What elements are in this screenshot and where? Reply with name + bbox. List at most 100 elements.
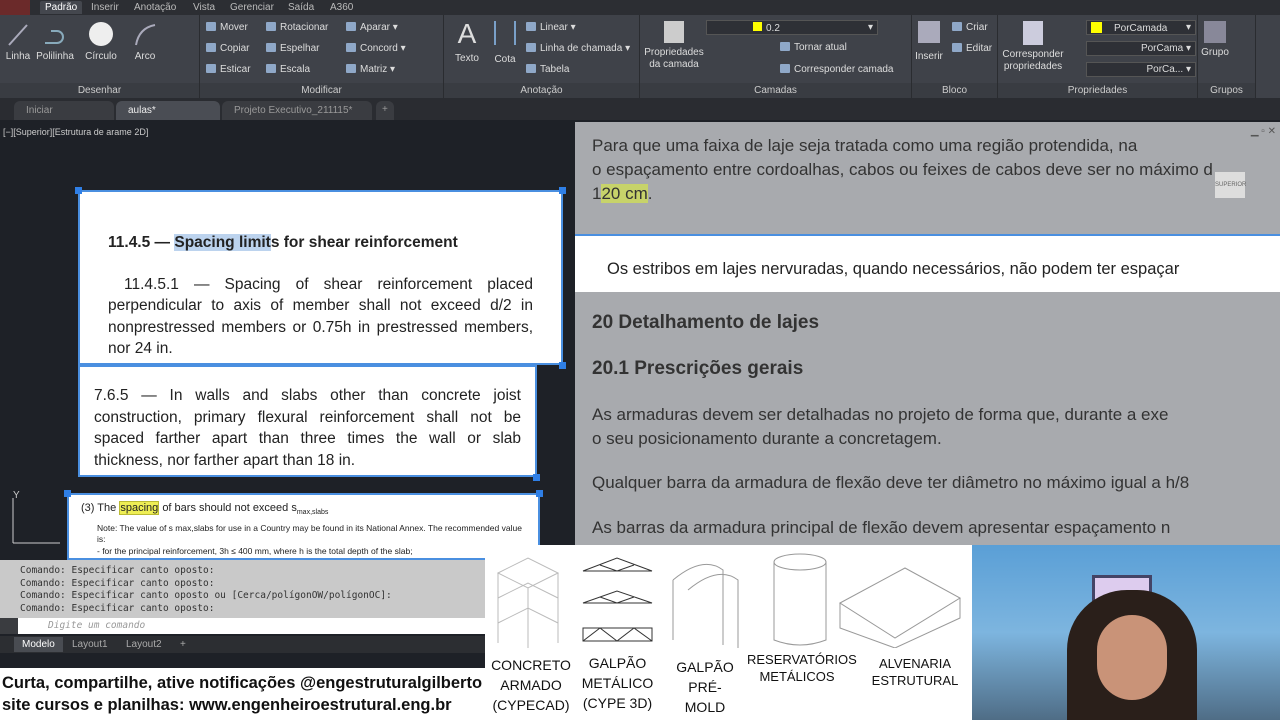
banner-line: Curta, compartilhe, ative notificações @… (2, 674, 483, 692)
mover-button[interactable]: Mover (206, 22, 248, 33)
aparar-button[interactable]: Aparar ▾ (346, 22, 398, 33)
nbr-band-image[interactable]: Os estribos em lajes nervuradas, quando … (575, 234, 1280, 292)
panel-label[interactable]: Camadas (640, 83, 911, 98)
grip-handle[interactable] (64, 490, 71, 497)
linetype-dropdown[interactable]: PorCama ▾ (1086, 41, 1196, 56)
tab-modelo[interactable]: Modelo (14, 637, 63, 652)
panel-anotacao: A Texto Cota Linear ▾ Linha de chamada ▾ … (444, 15, 640, 98)
banner-line: site cursos e planilhas: www.engenheiroe… (2, 696, 452, 714)
course-label: CONCRETO ARMADO (CYPECAD) (491, 657, 571, 713)
panel-label[interactable]: Grupos (1198, 83, 1255, 98)
section-heading: 20.1 Prescrições gerais (592, 358, 804, 379)
arco-button[interactable]: Arco (130, 23, 160, 63)
doc-tab-projeto[interactable]: Projeto Executivo_211115* (222, 101, 372, 120)
lineweight-dropdown[interactable]: PorCa... ▾ (1086, 62, 1196, 77)
grip-handle[interactable] (75, 187, 82, 194)
dimension-icon (494, 21, 516, 45)
command-input[interactable]: Digite um comando (18, 618, 485, 634)
promo-banner: Curta, compartilhe, ative notificações @… (0, 668, 485, 720)
ec2-note: Note: The value of s max,slabs for use i… (97, 523, 522, 545)
tabela-button[interactable]: Tabela (526, 64, 569, 75)
new-tab-button[interactable]: + (376, 101, 394, 120)
layer-dropdown[interactable]: 0.2 ▾ (706, 20, 878, 35)
aci-paragraph: 11.4.5.1 — Spacing of shear reinforcemen… (108, 275, 533, 358)
copiar-button[interactable]: Copiar (206, 43, 249, 54)
doc-line: As barras da armadura principal de flexã… (592, 518, 1171, 537)
label: Arco (134, 51, 156, 62)
layers-icon (664, 21, 684, 43)
history-line: Comando: Especificar canto oposto: (20, 602, 215, 614)
viewcube[interactable]: SUPERIOR (1215, 172, 1246, 198)
panel-desenhar: Linha Polilinha Círculo Arco Desenhar (0, 15, 200, 98)
tornar-atual-button[interactable]: Tornar atual (780, 42, 847, 53)
doc-tab-iniciar[interactable]: Iniciar (14, 101, 114, 120)
command-history: Comando: Especificar canto oposto: Coman… (0, 560, 485, 618)
doc-line: As armaduras devem ser detalhadas no pro… (592, 405, 1169, 424)
label: Círculo (85, 51, 117, 62)
panel-label[interactable]: Bloco (912, 83, 997, 98)
grip-handle[interactable] (533, 474, 540, 481)
rotacionar-button[interactable]: Rotacionar (266, 22, 328, 33)
inserir-button[interactable]: Inserir (914, 21, 944, 63)
editar-button[interactable]: Editar (952, 43, 992, 54)
aci-slab-image[interactable]: 7.6.5 — In walls and slabs other than co… (78, 365, 537, 477)
tab-a360[interactable]: A360 (330, 2, 353, 13)
texto-button[interactable]: A Texto (452, 19, 482, 65)
color-dropdown[interactable]: PorCamada ▾ (1086, 20, 1196, 35)
truss-icon (582, 557, 653, 642)
history-line: Comando: Especificar canto oposto: (20, 577, 215, 589)
doc-line: o seu posicionamento durante a concretag… (592, 429, 942, 448)
panel-label[interactable]: Anotação (444, 83, 639, 98)
grip-handle[interactable] (559, 187, 566, 194)
tab-gerenciar[interactable]: Gerenciar (230, 2, 274, 13)
escala-button[interactable]: Escala (266, 64, 310, 75)
tab-padrao[interactable]: Padrão (40, 1, 83, 14)
panel-label[interactable]: Desenhar (0, 83, 199, 98)
panel-modificar: Mover Rotacionar Aparar ▾ Copiar Espelha… (200, 15, 444, 98)
layer-properties-button[interactable]: Propriedades da camada (642, 21, 706, 71)
matriz-button[interactable]: Matriz ▾ (346, 64, 395, 75)
grip-handle[interactable] (559, 362, 566, 369)
linear-button[interactable]: Linear ▾ (526, 22, 576, 33)
tab-layout1[interactable]: Layout1 (64, 637, 116, 652)
course-label: ALVENARIA ESTRUTURAL (871, 656, 959, 688)
match-properties-button[interactable]: Corresponder propriedades (1000, 21, 1066, 73)
tank-icon (773, 553, 827, 646)
tab-anotacao[interactable]: Anotação (134, 2, 176, 13)
section-heading: 20 Detalhamento de lajes (592, 312, 820, 333)
tab-layout2[interactable]: Layout2 (118, 637, 170, 652)
aci-spacing-image[interactable]: 11.4.5 — Spacing limits for shear reinfo… (78, 190, 563, 365)
panel-label[interactable]: Modificar (200, 83, 443, 98)
course-label: GALPÃO PRÉ-MOLD (676, 659, 734, 715)
grip-handle[interactable] (536, 490, 543, 497)
course-label: RESERVATÓRIOS METÁLICOS (747, 652, 857, 684)
tab-vista[interactable]: Vista (193, 2, 215, 13)
espelhar-button[interactable]: Espelhar (266, 43, 319, 54)
app-menu-button[interactable] (0, 0, 30, 15)
precast-frame-icon (672, 563, 739, 648)
tab-saida[interactable]: Saída (288, 2, 314, 13)
linha-button[interactable]: Linha (4, 23, 32, 63)
tab-inserir[interactable]: Inserir (91, 2, 119, 13)
linha-chamada-button[interactable]: Linha de chamada ▾ (526, 43, 630, 54)
concord-button[interactable]: Concord ▾ (346, 43, 406, 54)
esticar-button[interactable]: Esticar (206, 64, 251, 75)
svg-text:Y: Y (13, 490, 20, 501)
viewport-label[interactable]: [−][Superior][Estrutura de arame 2D] (3, 127, 148, 137)
window-controls[interactable]: ▁ ▫ ✕ (1251, 126, 1276, 137)
doc-tab-aulas[interactable]: aulas* (116, 101, 220, 120)
aci-paragraph: 7.6.5 — In walls and slabs other than co… (94, 387, 521, 469)
line-icon (8, 24, 28, 46)
ec2-image[interactable]: (3) The spacing of bars should not excee… (67, 493, 540, 560)
panel-label[interactable]: Propriedades (998, 83, 1197, 98)
grupo-button[interactable]: Grupo (1200, 21, 1230, 59)
panel-propriedades: Corresponder propriedades PorCamada ▾ Por… (998, 15, 1198, 98)
cota-button[interactable]: Cota (490, 21, 520, 66)
circulo-button[interactable]: Círculo (82, 21, 120, 63)
course-label: GALPÃO METÁLICO (CYPE 3D) (581, 655, 654, 711)
add-layout-button[interactable]: + (172, 637, 194, 652)
polilinha-button[interactable]: Polilinha (35, 23, 75, 63)
corresponder-camada-button[interactable]: Corresponder camada (780, 64, 894, 75)
criar-button[interactable]: Criar (952, 22, 988, 33)
aci-title: 11.4.5 — Spacing limits for shear reinfo… (108, 234, 458, 251)
